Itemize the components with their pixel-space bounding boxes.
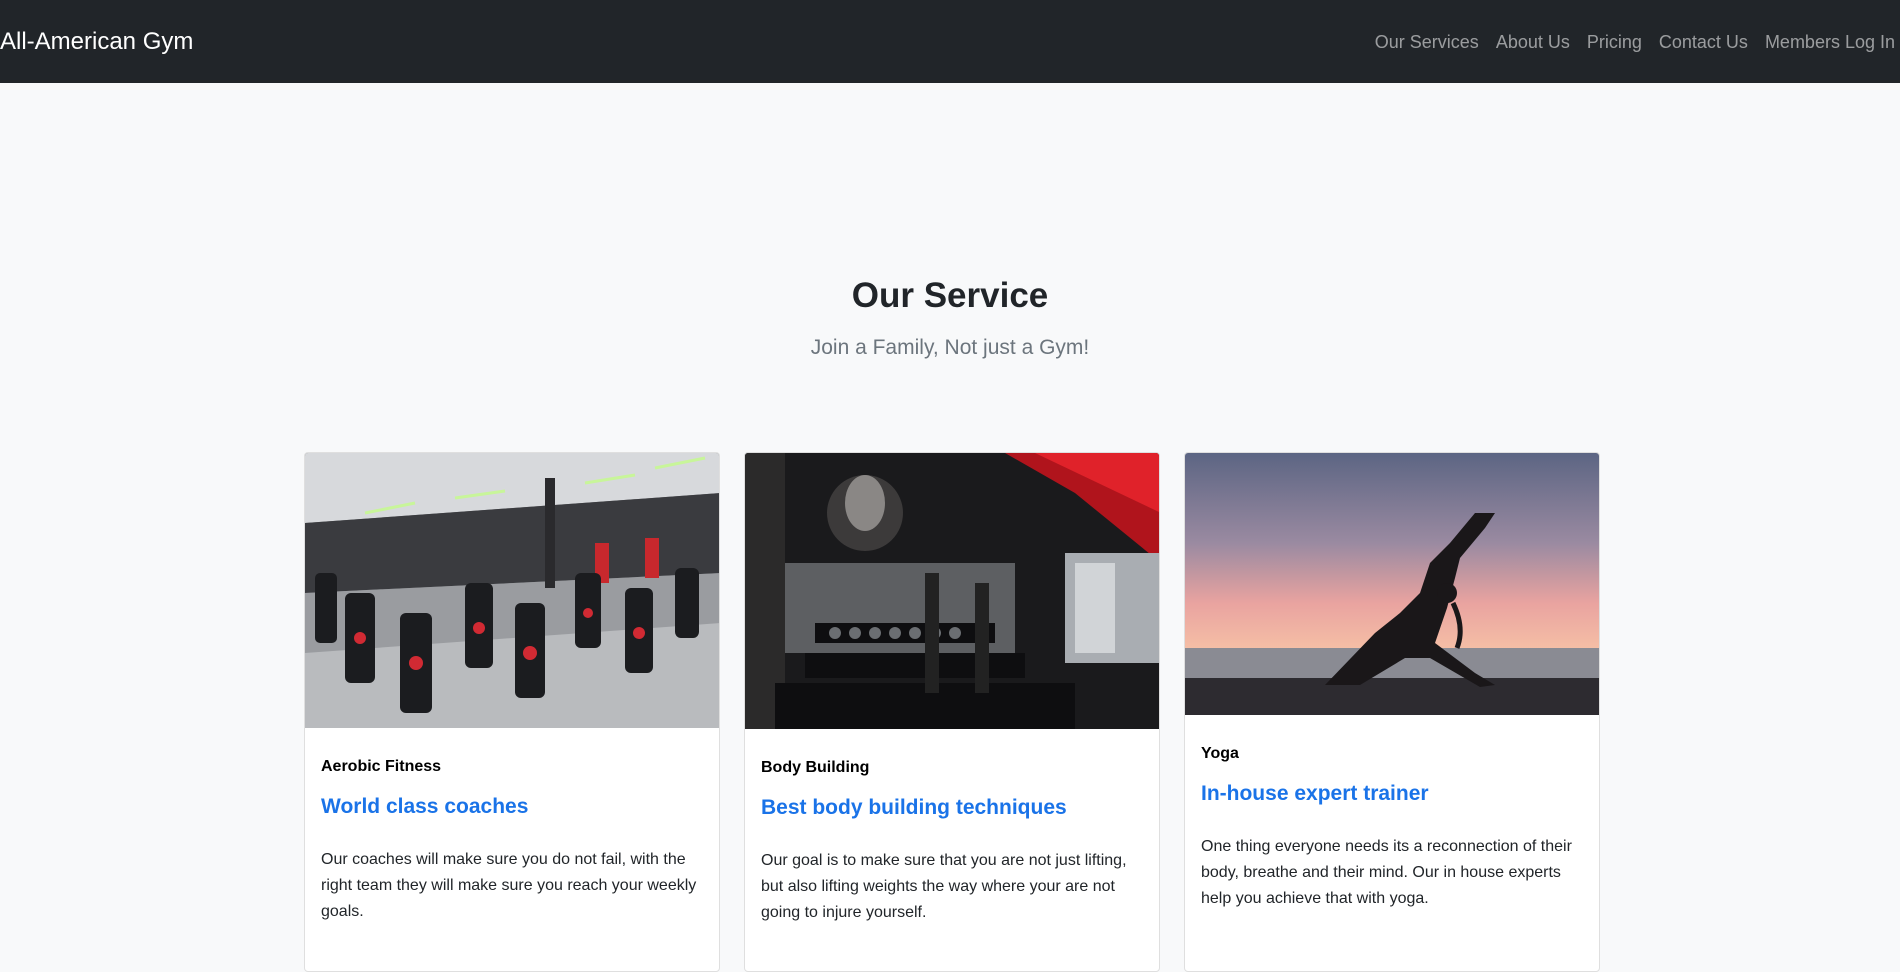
card-subtitle: Yoga <box>1201 745 1239 762</box>
nav-link-our-services[interactable]: Our Services <box>1375 33 1479 51</box>
spin-bike-studio-image <box>305 453 719 728</box>
service-card-aerobic: Aerobic Fitness World class coaches Our … <box>304 452 720 972</box>
service-card-bodybuilding: Body Building Best body building techniq… <box>744 452 1160 972</box>
nav-link-about-us[interactable]: About Us <box>1496 33 1570 51</box>
navbar: All-American Gym Our Services About Us P… <box>0 0 1900 83</box>
card-body: Body Building Best body building techniq… <box>745 758 1159 925</box>
nav-links: Our Services About Us Pricing Contact Us… <box>1375 33 1900 51</box>
yoga-sunset-image <box>1185 453 1599 715</box>
nav-link-members-log-in[interactable]: Members Log In <box>1765 33 1895 51</box>
section-title: Our Service <box>851 276 1049 315</box>
service-card-yoga: Yoga In-house expert trainer One thing e… <box>1184 452 1600 972</box>
card-text: One thing everyone needs its a reconnect… <box>1201 838 1572 907</box>
card-text: Our coaches will make sure you do not fa… <box>321 851 697 920</box>
card-subtitle: Aerobic Fitness <box>321 758 442 775</box>
card-title-link[interactable]: In-house expert trainer <box>1201 781 1583 806</box>
brand-link[interactable]: All-American Gym <box>0 29 193 54</box>
card-body: Yoga In-house expert trainer One thing e… <box>1185 744 1599 911</box>
card-title-link[interactable]: Best body building techniques <box>761 795 1143 820</box>
card-text: Our goal is to make sure that you are no… <box>761 852 1127 921</box>
card-body: Aerobic Fitness World class coaches Our … <box>305 757 719 924</box>
card-title-link[interactable]: World class coaches <box>321 794 703 819</box>
card-subtitle: Body Building <box>761 759 870 776</box>
section-subtitle: Join a Family, Not just a Gym! <box>810 336 1090 359</box>
nav-link-pricing[interactable]: Pricing <box>1587 33 1642 51</box>
nav-link-contact-us[interactable]: Contact Us <box>1659 33 1748 51</box>
weight-room-image <box>745 453 1159 729</box>
